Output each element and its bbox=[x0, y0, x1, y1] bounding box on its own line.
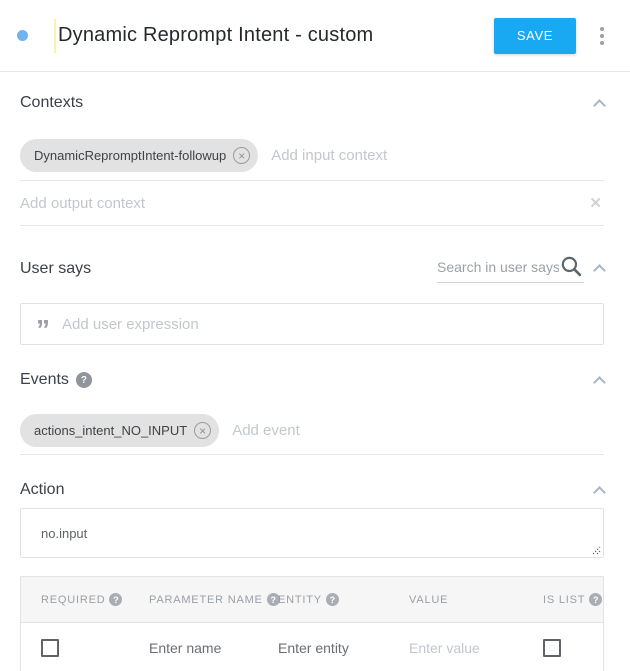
intent-header: Dynamic Reprompt Intent - custom SAVE bbox=[0, 0, 630, 72]
text-caret bbox=[54, 19, 56, 53]
column-is-list: IS LIST bbox=[543, 594, 585, 606]
action-heading: Action bbox=[20, 481, 64, 499]
parameters-table: REQUIRED ? PARAMETER NAME ? ENTITY ? VAL… bbox=[20, 576, 604, 671]
contexts-collapse-chevron-up-icon[interactable] bbox=[593, 99, 606, 112]
remove-input-context-icon[interactable]: × bbox=[233, 147, 250, 164]
add-user-expression-field[interactable] bbox=[62, 316, 603, 333]
intent-form: Contexts DynamicRepromptIntent-followup … bbox=[0, 94, 630, 671]
entity-help-icon[interactable]: ? bbox=[326, 593, 339, 606]
event-chip: actions_intent_NO_INPUT × bbox=[20, 414, 219, 447]
action-field[interactable]: no.input bbox=[21, 509, 603, 557]
required-help-icon[interactable]: ? bbox=[109, 593, 122, 606]
contexts-section: Contexts DynamicRepromptIntent-followup … bbox=[20, 94, 604, 226]
value-field[interactable] bbox=[409, 640, 509, 656]
user-says-collapse-chevron-up-icon[interactable] bbox=[593, 264, 606, 277]
input-context-chip-label: DynamicRepromptIntent-followup bbox=[34, 148, 226, 163]
action-input-box: no.input bbox=[20, 508, 604, 558]
events-collapse-chevron-up-icon[interactable] bbox=[593, 376, 606, 389]
save-button[interactable]: SAVE bbox=[494, 18, 576, 54]
search-user-says bbox=[437, 254, 584, 283]
remove-event-icon[interactable]: × bbox=[194, 422, 211, 439]
input-context-chip: DynamicRepromptIntent-followup × bbox=[20, 139, 258, 172]
divider bbox=[20, 454, 604, 455]
column-value: VALUE bbox=[409, 594, 448, 606]
clear-output-context-icon[interactable]: ✕ bbox=[589, 194, 602, 212]
user-says-section: User says ” bbox=[20, 254, 604, 345]
event-chip-label: actions_intent_NO_INPUT bbox=[34, 423, 187, 438]
entity-field[interactable] bbox=[278, 640, 378, 656]
quote-icon: ” bbox=[36, 316, 50, 344]
search-icon[interactable] bbox=[559, 254, 584, 279]
events-heading: Events bbox=[20, 371, 69, 389]
action-collapse-chevron-up-icon[interactable] bbox=[593, 486, 606, 499]
parameter-row bbox=[21, 623, 603, 671]
intent-title[interactable]: Dynamic Reprompt Intent - custom bbox=[58, 24, 373, 47]
is-list-checkbox[interactable] bbox=[543, 639, 561, 657]
column-required: REQUIRED bbox=[41, 594, 105, 606]
required-checkbox[interactable] bbox=[41, 639, 59, 657]
is-list-help-icon[interactable]: ? bbox=[589, 593, 602, 606]
events-help-icon[interactable]: ? bbox=[76, 372, 92, 388]
resize-grip-icon[interactable] bbox=[591, 545, 601, 555]
user-expression-box[interactable]: ” bbox=[20, 303, 604, 345]
add-output-context-field[interactable] bbox=[20, 195, 589, 212]
search-user-says-input[interactable] bbox=[437, 259, 559, 275]
add-input-context-field[interactable] bbox=[271, 147, 604, 164]
user-says-heading: User says bbox=[20, 260, 91, 278]
events-section: Events ? actions_intent_NO_INPUT × bbox=[20, 371, 604, 455]
intent-status-dot bbox=[17, 30, 28, 41]
parameter-name-field[interactable] bbox=[149, 640, 249, 656]
contexts-heading: Contexts bbox=[20, 94, 83, 112]
add-event-field[interactable] bbox=[232, 422, 604, 439]
column-entity: ENTITY bbox=[278, 594, 322, 606]
column-parameter-name: PARAMETER NAME bbox=[149, 594, 263, 606]
kebab-menu-icon[interactable] bbox=[596, 23, 608, 49]
action-section: Action no.input bbox=[20, 481, 604, 558]
divider bbox=[20, 225, 604, 226]
parameters-table-header: REQUIRED ? PARAMETER NAME ? ENTITY ? VAL… bbox=[21, 577, 603, 623]
